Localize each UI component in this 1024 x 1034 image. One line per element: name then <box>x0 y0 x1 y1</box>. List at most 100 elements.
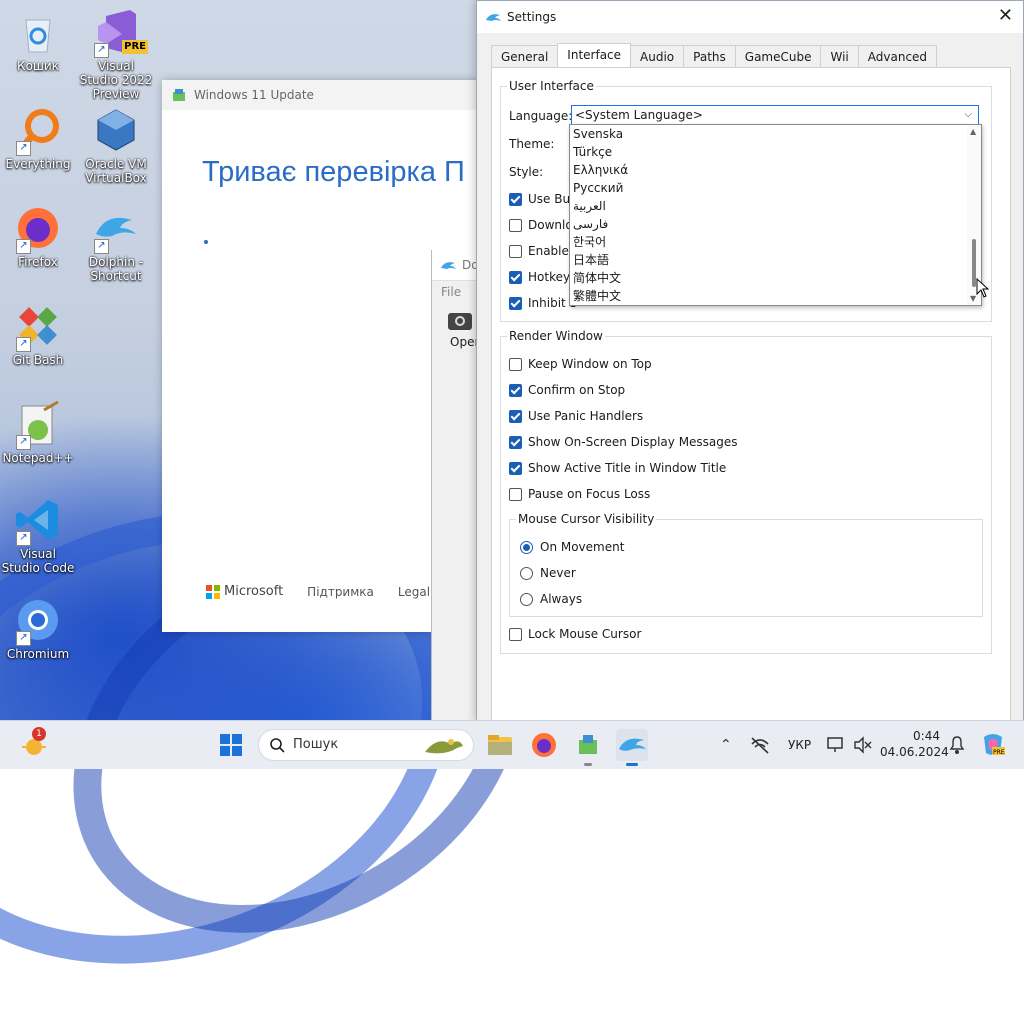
dropdown-option[interactable]: Русский <box>570 179 981 197</box>
taskbar: 1 Пошук ⌃ УКР 0:44 04.06.2024 PRE <box>0 720 1024 769</box>
desktop-icon-virtualbox[interactable]: Oracle VM VirtualBox <box>78 106 154 185</box>
taskbar-search[interactable]: Пошук <box>258 729 474 761</box>
lock-mouse-cursor-checkbox[interactable]: Lock Mouse Cursor <box>509 627 641 641</box>
dropdown-option[interactable]: 한국어 <box>570 233 981 251</box>
desktop-icon-notepad-plus-plus[interactable]: ↗ Notepad++ <box>0 400 76 465</box>
shortcut-arrow-icon: ↗ <box>16 141 31 156</box>
tab-advanced[interactable]: Advanced <box>857 45 938 68</box>
checkbox-box <box>509 270 522 284</box>
inhibit-screensaver-checkbox[interactable]: Inhibit S <box>509 296 577 310</box>
user-interface-group-label: User Interface <box>507 79 596 93</box>
dropdown-option[interactable]: Svenska <box>570 125 981 143</box>
dropdown-option[interactable]: العربية <box>570 197 981 215</box>
checkbox-label: Lock Mouse Cursor <box>528 627 642 641</box>
settings-titlebar[interactable]: Settings ✕ <box>477 1 1023 33</box>
radio-never[interactable]: Never <box>520 566 576 580</box>
notification-badge: 1 <box>32 727 46 741</box>
mouse-pointer-icon <box>976 278 990 298</box>
desktop-icon-recycle-bin[interactable]: Кошик <box>0 8 76 73</box>
desktop-icon-visual-studio[interactable]: PRE ↗ Visual Studio 2022 Preview <box>78 8 154 101</box>
start-button[interactable] <box>215 729 247 761</box>
notification-bell-icon[interactable] <box>948 735 966 755</box>
desktop-icon-label: Git Bash <box>12 353 64 367</box>
tab-paths[interactable]: Paths <box>683 45 736 68</box>
scroll-up-icon[interactable]: ▲ <box>970 127 976 136</box>
keep-window-on-top-checkbox[interactable]: Keep Window on Top <box>509 357 652 371</box>
render-window-group: Render Window Keep Window on Top Confirm… <box>500 329 992 654</box>
dropdown-option[interactable]: 日本語 <box>570 251 981 269</box>
checkbox-box <box>509 192 522 206</box>
desktop-icon-label: Oracle VM VirtualBox <box>85 157 147 185</box>
desktop-icon-dolphin[interactable]: ↗ Dolphin - Shortcut <box>78 204 154 283</box>
shortcut-arrow-icon: ↗ <box>16 435 31 450</box>
language-select[interactable]: <System Language> ⌵ <box>571 105 979 125</box>
tab-wii[interactable]: Wii <box>820 45 859 68</box>
checkbox-label: Downlo <box>528 218 573 232</box>
chevron-up-icon[interactable]: ⌃ <box>720 737 732 753</box>
checkbox-box <box>509 383 522 397</box>
taskbar-firefox[interactable] <box>528 729 560 761</box>
desktop-icon-everything[interactable]: ↗ Everything <box>0 106 76 171</box>
pause-on-focus-loss-checkbox[interactable]: Pause on Focus Loss <box>509 487 650 501</box>
radio-label: Always <box>540 592 583 606</box>
taskbar-file-explorer[interactable] <box>484 729 516 761</box>
checkbox-box <box>509 409 522 423</box>
dropdown-option[interactable]: Ελληνικά <box>570 161 981 179</box>
desktop-icon-label: Dolphin - Shortcut <box>88 255 144 283</box>
language-indicator[interactable]: УКР <box>788 738 811 752</box>
svg-text:PRE: PRE <box>993 749 1005 756</box>
desktop-icon-vscode[interactable]: ↗ Visual Studio Code <box>0 496 76 575</box>
copilot-icon[interactable]: PRE <box>980 731 1006 757</box>
windows11-update-titlebar[interactable]: Windows 11 Update <box>162 80 482 110</box>
open-button[interactable]: Oper <box>446 308 479 349</box>
settings-window[interactable]: Settings ✕ General Interface Audio Paths… <box>476 0 1024 723</box>
tab-interface[interactable]: Interface <box>557 43 632 68</box>
checkbox-label: Confirm on Stop <box>528 383 626 397</box>
dropdown-option[interactable]: Türkçe <box>570 143 981 161</box>
search-placeholder: Пошук <box>293 737 339 752</box>
update-heading: Триває перевірка П <box>202 156 465 188</box>
download-checkbox[interactable]: Downlo <box>509 218 573 232</box>
show-active-title-checkbox[interactable]: Show Active Title in Window Title <box>509 461 726 475</box>
use-builtin-checkbox[interactable]: Use Buil <box>509 192 577 206</box>
legal-link[interactable]: Legal <box>398 585 430 599</box>
clock-time: 0:44 <box>913 729 940 743</box>
use-panic-handlers-checkbox[interactable]: Use Panic Handlers <box>509 409 643 423</box>
radio-circle <box>520 592 533 606</box>
support-link[interactable]: Підтримка <box>307 585 374 599</box>
radio-on-movement[interactable]: On Movement <box>520 540 624 554</box>
checkbox-box <box>509 435 522 449</box>
network-icon[interactable] <box>750 736 770 754</box>
desktop-icon-firefox[interactable]: ↗ Firefox <box>0 204 76 269</box>
radio-always[interactable]: Always <box>520 592 582 606</box>
tab-general[interactable]: General <box>491 45 559 68</box>
hotkeys-checkbox[interactable]: Hotkeys <box>509 270 576 284</box>
clock[interactable]: 0:44 04.06.2024 <box>880 728 949 760</box>
desktop-icon-git-bash[interactable]: ↗ Git Bash <box>0 302 76 367</box>
close-icon[interactable]: ✕ <box>998 7 1013 25</box>
checkbox-box <box>509 296 522 310</box>
display-icon[interactable] <box>826 735 846 755</box>
show-osd-messages-checkbox[interactable]: Show On-Screen Display Messages <box>509 435 738 449</box>
active-indicator <box>626 763 638 766</box>
update-app-icon <box>173 89 185 101</box>
mouse-cursor-group-label: Mouse Cursor Visibility <box>516 512 657 526</box>
tab-audio[interactable]: Audio <box>630 45 685 68</box>
shortcut-arrow-icon: ↗ <box>16 531 31 546</box>
weather-widget[interactable]: 1 <box>20 727 52 761</box>
dropdown-option[interactable]: 简体中文 <box>570 269 981 287</box>
radio-circle <box>520 566 533 580</box>
virtualbox-icon <box>92 106 140 154</box>
taskbar-windows-update[interactable] <box>572 729 604 766</box>
volume-muted-icon[interactable] <box>852 735 872 755</box>
notepad-plus-plus-icon: ↗ <box>14 400 62 450</box>
vscode-icon: ↗ <box>14 496 62 546</box>
desktop-icon-chromium[interactable]: ↗ Chromium <box>0 596 76 661</box>
language-dropdown-list[interactable]: Svenska Türkçe Ελληνικά Русский العربية … <box>569 124 982 306</box>
confirm-on-stop-checkbox[interactable]: Confirm on Stop <box>509 383 625 397</box>
desktop-icon-label: Firefox <box>18 255 58 269</box>
dropdown-option[interactable]: 繁體中文 <box>570 287 981 305</box>
taskbar-dolphin[interactable] <box>616 729 648 766</box>
dropdown-option[interactable]: فارسی <box>570 215 981 233</box>
tab-gamecube[interactable]: GameCube <box>734 45 822 68</box>
